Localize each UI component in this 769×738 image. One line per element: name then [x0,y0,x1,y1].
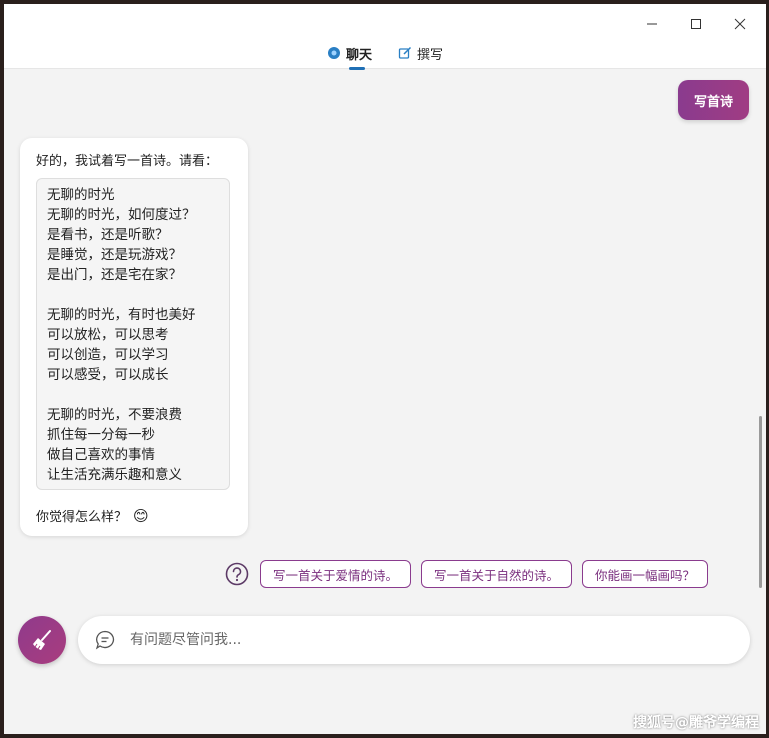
suggestion-chip-love-poem[interactable]: 写一首关于爱情的诗。 [260,560,412,588]
bot-outro-text: 你觉得怎么样？ [36,510,128,525]
suggestion-chip-draw-picture[interactable]: 你能画一幅画吗？ [582,560,709,588]
poem-line: 是睡觉，还是玩游戏？ [47,247,182,263]
poem-line: 可以创造，可以学习 [47,347,169,363]
poem-line: 可以放松，可以思考 [47,327,169,343]
minimize-button[interactable] [632,10,672,38]
compose-icon [398,46,412,59]
new-topic-button[interactable] [18,616,66,664]
chat-input-container [78,616,750,664]
bot-outro: 你觉得怎么样？ 😊 [36,506,149,526]
tab-compose[interactable]: 撰写 [398,42,443,64]
chat-icon [327,47,340,59]
tab-compose-label: 撰写 [417,47,444,63]
stanza-gap [47,385,219,405]
maximize-button[interactable] [676,10,716,38]
message-icon [95,630,115,650]
poem-line: 做自己喜欢的事情 [47,447,155,463]
chat-input[interactable] [128,631,692,649]
app-window: 聊天 撰写 写首诗 好的，我试着写一首诗。请看： 无聊的时光 无聊的时光，如何度… [4,4,766,734]
bot-intro-text: 好的，我试着写一首诗。请看： [36,154,219,169]
tab-chat-label: 聊天 [345,47,372,63]
poem-line: 是看书，还是听歌？ [47,227,169,243]
poem-line: 无聊的时光，不要浪费 [47,407,182,423]
watermark-text: 搜狐号@雕爷学编程 [633,715,759,731]
poem-line: 无聊的时光，如何度过？ [47,207,196,223]
poem-line: 无聊的时光 [47,187,115,203]
stanza-gap [47,285,219,305]
close-icon [734,18,746,30]
broom-icon [33,630,51,650]
close-button[interactable] [720,10,760,38]
poem-line: 可以感受，可以成长 [47,367,169,383]
poem-line: 让生活充满乐趣和意义 [47,467,182,483]
smile-emoji-icon: 😊 [133,506,149,525]
help-icon[interactable] [224,561,250,587]
tab-chat[interactable]: 聊天 [327,42,372,70]
poem-line: 是出门，还是宅在家？ [47,267,182,283]
minimize-icon [647,23,657,25]
user-message-bubble: 写首诗 [677,80,749,120]
suggestion-row: 写一首关于爱情的诗。 写一首关于自然的诗。 你能画一幅画吗？ [224,560,709,588]
title-bar: 聊天 撰写 [4,4,766,70]
poem-line: 无聊的时光，有时也美好 [47,307,196,323]
poem-line: 抓住每一分每一秒 [47,427,155,443]
maximize-icon [691,19,701,29]
suggestion-chip-nature-poem[interactable]: 写一首关于自然的诗。 [421,560,573,588]
tab-bar: 聊天 撰写 [4,42,766,70]
poem-block: 无聊的时光 无聊的时光，如何度过？ 是看书，还是听歌？ 是睡觉，还是玩游戏？ 是… [36,178,230,490]
bot-response-card: 好的，我试着写一首诗。请看： 无聊的时光 无聊的时光，如何度过？ 是看书，还是听… [20,138,248,536]
active-tab-indicator [348,67,365,70]
scrollbar-thumb[interactable] [759,416,762,588]
